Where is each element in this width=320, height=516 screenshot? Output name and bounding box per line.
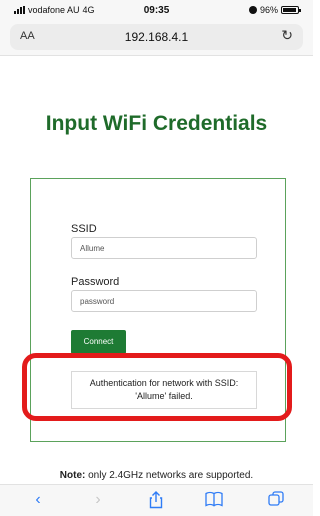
password-input[interactable]: password: [71, 290, 257, 312]
network-note: Note: only 2.4GHz networks are supported…: [0, 470, 313, 481]
bookmarks-icon[interactable]: [202, 491, 226, 512]
reload-icon[interactable]: ↻: [281, 27, 293, 44]
share-icon[interactable]: [144, 491, 168, 514]
page-title: Input WiFi Credentials: [45, 112, 268, 135]
ssid-label: SSID: [71, 223, 97, 235]
moon-icon: [248, 6, 257, 14]
tabs-icon[interactable]: [264, 491, 288, 512]
password-label: Password: [71, 276, 120, 288]
battery-icon: [281, 6, 301, 14]
note-text: only 2.4GHz networks are supported.: [88, 470, 254, 481]
back-icon[interactable]: ‹: [26, 491, 50, 509]
connect-button[interactable]: Connect: [71, 330, 126, 354]
note-label: Note:: [59, 470, 86, 481]
forward-icon[interactable]: ›: [86, 491, 110, 509]
ssid-input[interactable]: Allume: [71, 237, 257, 259]
browser-chrome: vodafone AU 4G 09:35 96% AA 192.168.4.1 …: [0, 0, 313, 56]
screen: vodafone AU 4G 09:35 96% AA 192.168.4.1 …: [0, 0, 313, 516]
battery-fill: [283, 8, 297, 12]
status-bar: vodafone AU 4G 09:35 96%: [0, 0, 313, 20]
error-highlight-annotation: [22, 353, 292, 421]
browser-toolbar: ‹ ›: [0, 484, 313, 516]
address-bar[interactable]: AA 192.168.4.1 ↻: [10, 24, 303, 50]
url-text[interactable]: 192.168.4.1: [10, 30, 303, 44]
status-right: 96%: [248, 5, 301, 15]
battery-percent: 96%: [259, 5, 278, 15]
